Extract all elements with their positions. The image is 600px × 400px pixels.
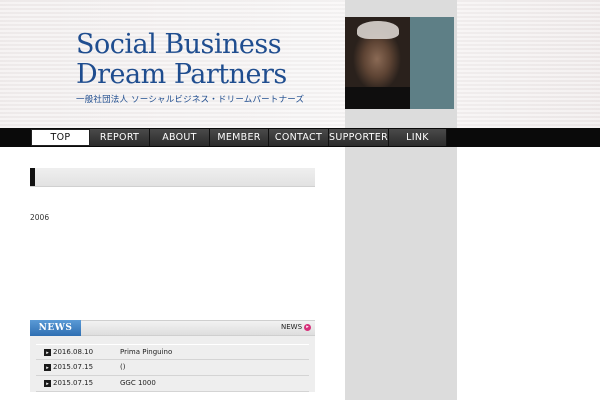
news-item[interactable]: ▸ 2015.07.15 GGC 1000 — [36, 376, 309, 392]
nav-top[interactable]: TOP — [31, 129, 90, 146]
news-date: 2015.07.15 — [53, 363, 94, 371]
nav-supporter[interactable]: SUPPORTER — [329, 129, 389, 146]
nav-report[interactable]: REPORT — [90, 129, 150, 146]
portrait-image — [345, 17, 410, 109]
portrait-hair — [357, 21, 399, 39]
news-title[interactable]: Prima Pinguino — [120, 348, 172, 356]
news-list: ▸ 2016.08.10 Prima Pinguino ▸ 2015.07.15… — [30, 336, 315, 392]
news-heading: NEWS — [30, 320, 81, 336]
nav-about[interactable]: ABOUT — [150, 129, 210, 146]
intro-text: 2006 — [30, 213, 50, 222]
news-more-link[interactable]: NEWS ▸ — [281, 323, 312, 331]
arrow-bullet-icon: ▸ — [44, 380, 51, 387]
header: Social Business Dream Partners 一般社団法人 ソー… — [0, 0, 600, 128]
site-logo[interactable]: Social Business Dream Partners 一般社団法人 ソー… — [76, 29, 305, 106]
logo-subtitle: 一般社団法人 ソーシャルビジネス・ドリームパートナーズ — [76, 95, 305, 105]
news-more-label: NEWS — [281, 323, 303, 331]
news-item[interactable]: ▸ 2016.08.10 Prima Pinguino — [36, 344, 309, 360]
arrow-circle-icon: ▸ — [304, 323, 312, 331]
nav-contact[interactable]: CONTACT — [269, 129, 329, 146]
nav-member[interactable]: MEMBER — [210, 129, 269, 146]
portrait-side-panel — [410, 17, 454, 109]
news-date: 2016.08.10 — [53, 348, 94, 356]
portrait-coat — [345, 87, 410, 109]
logo-title-line2: Dream Partners — [76, 59, 287, 90]
arrow-bullet-icon: ▸ — [44, 364, 51, 371]
page-title-bar — [30, 168, 315, 187]
news-title[interactable]: () — [120, 363, 125, 371]
nav-link[interactable]: LINK — [389, 129, 447, 146]
title-marker — [30, 168, 35, 186]
logo-title-line1: Social Business — [76, 29, 282, 60]
arrow-bullet-icon: ▸ — [44, 349, 51, 356]
news-title[interactable]: GGC 1000 — [120, 379, 156, 387]
news-item[interactable]: ▸ 2015.07.15 () — [36, 360, 309, 376]
news-date: 2015.07.15 — [53, 379, 94, 387]
